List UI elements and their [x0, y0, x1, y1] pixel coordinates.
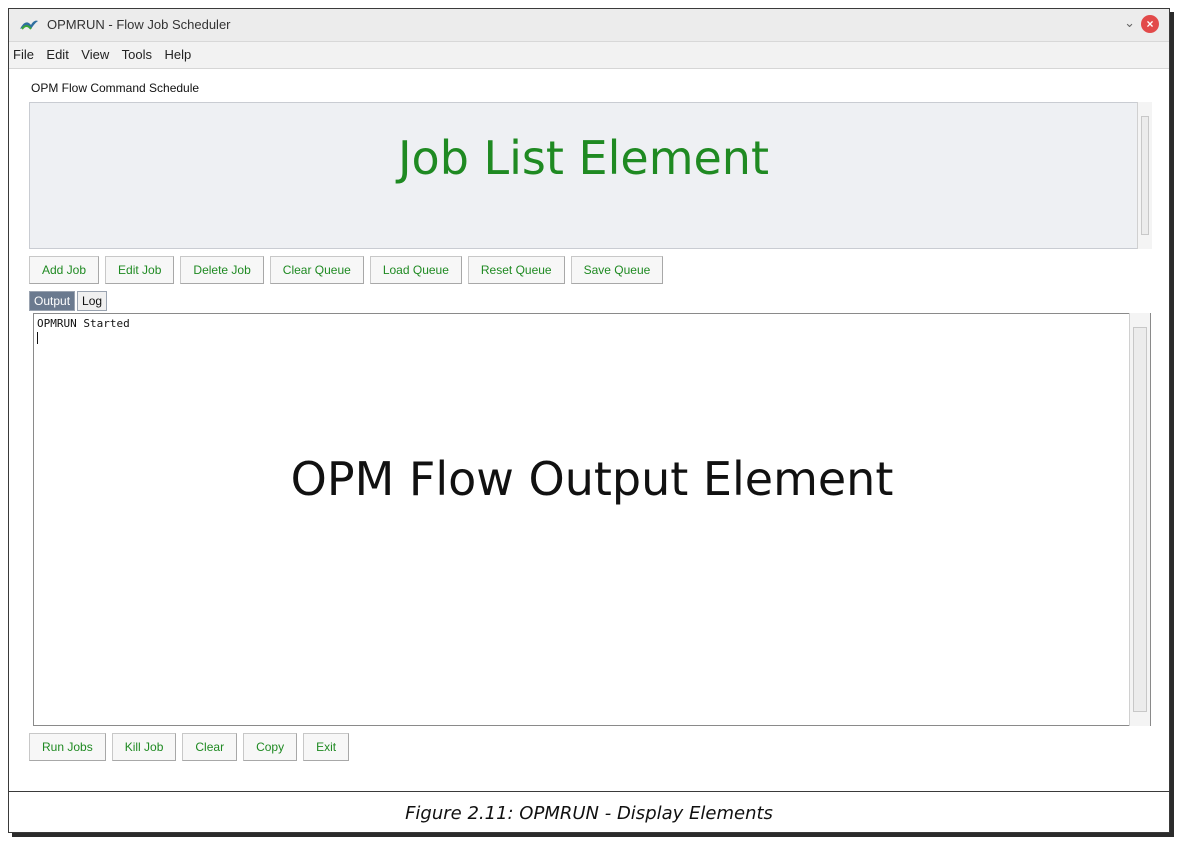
output-text: OPMRUN Started: [37, 317, 130, 330]
close-icon[interactable]: ×: [1141, 15, 1159, 33]
run-jobs-button[interactable]: Run Jobs: [29, 733, 106, 761]
menu-view[interactable]: View: [77, 42, 113, 62]
menu-bar: File Edit View Tools Help: [9, 42, 1169, 69]
figure-frame: OPMRUN - Flow Job Scheduler ⌄ × File Edi…: [8, 8, 1170, 833]
menu-edit[interactable]: Edit: [42, 42, 72, 62]
window-title: OPMRUN - Flow Job Scheduler: [47, 17, 231, 32]
load-queue-button[interactable]: Load Queue: [369, 256, 462, 284]
menu-file[interactable]: File: [9, 42, 38, 62]
tab-log[interactable]: Log: [77, 291, 108, 311]
output-pane[interactable]: OPMRUN Started OPM Flow Output Element: [33, 313, 1151, 726]
menu-tools[interactable]: Tools: [118, 42, 156, 62]
tab-output[interactable]: Output: [29, 291, 76, 311]
job-button-row: Add Job Edit Job Delete Job Clear Queue …: [29, 256, 664, 284]
output-element-label: OPM Flow Output Element: [290, 452, 894, 506]
copy-button[interactable]: Copy: [243, 733, 298, 761]
delete-job-button[interactable]: Delete Job: [180, 256, 264, 284]
kill-job-button[interactable]: Kill Job: [111, 733, 177, 761]
add-job-button[interactable]: Add Job: [29, 256, 100, 284]
run-button-row: Run Jobs Kill Job Clear Copy Exit: [29, 733, 350, 761]
caption-divider: [9, 791, 1169, 792]
job-list-label: Job List Element: [397, 131, 769, 185]
menu-help[interactable]: Help: [160, 42, 195, 62]
app-logo-icon: [19, 17, 39, 33]
text-cursor: [37, 332, 38, 344]
output-scroll-trough[interactable]: [1133, 327, 1147, 712]
clear-queue-button[interactable]: Clear Queue: [269, 256, 364, 284]
exit-button[interactable]: Exit: [303, 733, 350, 761]
save-queue-button[interactable]: Save Queue: [570, 256, 664, 284]
job-list-scroll-trough[interactable]: [1141, 116, 1149, 235]
job-list[interactable]: Job List Element: [29, 102, 1138, 249]
edit-job-button[interactable]: Edit Job: [105, 256, 175, 284]
output-tabs: Output Log: [29, 291, 108, 311]
reset-queue-button[interactable]: Reset Queue: [467, 256, 565, 284]
job-list-scrollbar[interactable]: [1137, 102, 1152, 249]
output-scrollbar[interactable]: [1129, 313, 1150, 726]
figure-caption: Figure 2.11: OPMRUN - Display Elements: [405, 803, 773, 824]
schedule-label: OPM Flow Command Schedule: [31, 81, 200, 95]
title-bar: OPMRUN - Flow Job Scheduler ⌄ ×: [9, 9, 1169, 42]
clear-button[interactable]: Clear: [182, 733, 238, 761]
minimize-chevron-icon[interactable]: ⌄: [1124, 15, 1135, 31]
